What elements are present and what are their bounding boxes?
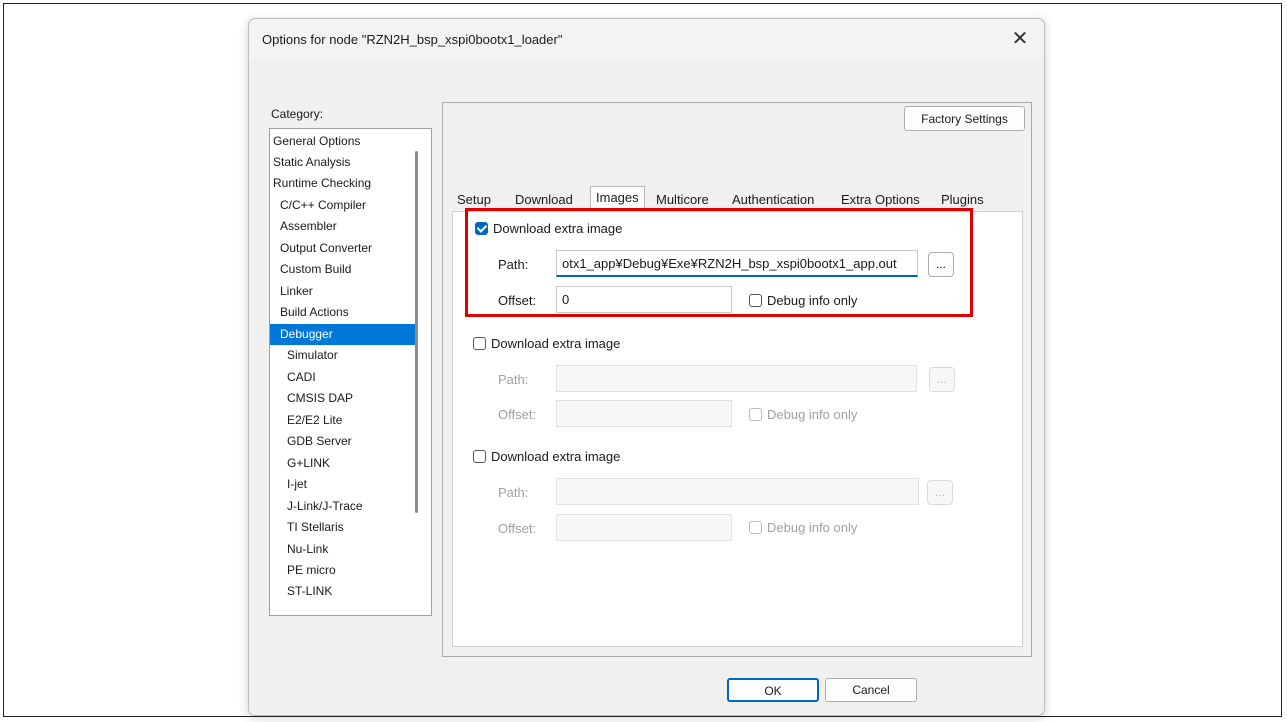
- category-item-nu-link[interactable]: Nu-Link: [270, 539, 425, 560]
- category-item-build-actions[interactable]: Build Actions: [270, 302, 418, 323]
- category-item-g-link[interactable]: G+LINK: [270, 453, 425, 474]
- path-3-browse-button[interactable]: ...: [927, 480, 953, 505]
- path-1-browse-button[interactable]: ...: [928, 252, 954, 277]
- path-2-input[interactable]: [556, 365, 917, 392]
- category-item-e2-e2-lite[interactable]: E2/E2 Lite: [270, 410, 425, 431]
- options-dialog: Options for node "RZN2H_bsp_xspi0bootx1_…: [248, 18, 1045, 716]
- category-item-cadi[interactable]: CADI: [270, 367, 425, 388]
- download-extra-image-1-label: Download extra image: [493, 221, 623, 236]
- path-3-input[interactable]: [556, 478, 919, 505]
- category-item-runtime-checking[interactable]: Runtime Checking: [270, 173, 411, 194]
- category-item-gdb-server[interactable]: GDB Server: [270, 431, 425, 452]
- download-extra-image-2-checkbox[interactable]: Download extra image: [473, 335, 620, 353]
- category-item-static-analysis[interactable]: Static Analysis: [270, 152, 411, 173]
- path-1-label: Path:: [498, 257, 529, 272]
- path-1-input[interactable]: otx1_app¥Debug¥Exe¥RZN2H_bsp_xspi0bootx1…: [556, 250, 918, 277]
- close-icon[interactable]: ✕: [1006, 25, 1034, 53]
- category-item-i-jet[interactable]: I-jet: [270, 474, 425, 495]
- offset-3-input[interactable]: [556, 514, 732, 541]
- checkbox-unchecked-icon: [473, 337, 486, 350]
- checkbox-checked-icon: [475, 222, 488, 235]
- path-2-browse-button[interactable]: ...: [929, 367, 955, 392]
- category-item-output-converter[interactable]: Output Converter: [270, 238, 418, 259]
- dialog-title: Options for node "RZN2H_bsp_xspi0bootx1_…: [262, 32, 563, 47]
- category-item-custom-build[interactable]: Custom Build: [270, 259, 418, 280]
- checkbox-unchecked-icon: [749, 294, 762, 307]
- debug-info-only-3-checkbox[interactable]: Debug info only: [749, 519, 857, 537]
- checkbox-unchecked-icon: [749, 521, 762, 534]
- path-2-label: Path:: [498, 372, 529, 387]
- ok-button[interactable]: OK: [727, 678, 819, 702]
- checkbox-unchecked-icon: [749, 408, 762, 421]
- category-item-ti-stellaris[interactable]: TI Stellaris: [270, 517, 425, 538]
- debug-info-only-2-label: Debug info only: [767, 407, 858, 422]
- offset-2-input[interactable]: [556, 400, 732, 427]
- download-extra-image-3-checkbox[interactable]: Download extra image: [473, 448, 620, 466]
- debug-info-only-1-label: Debug info only: [767, 293, 858, 308]
- offset-3-label: Offset:: [498, 521, 537, 536]
- debug-info-only-3-label: Debug info only: [767, 520, 858, 535]
- path-3-label: Path:: [498, 485, 529, 500]
- download-extra-image-3-label: Download extra image: [491, 449, 621, 464]
- checkbox-unchecked-icon: [473, 450, 486, 463]
- title-bar: Options for node "RZN2H_bsp_xspi0bootx1_…: [249, 19, 1044, 59]
- category-item-general-options[interactable]: General Options: [270, 131, 411, 152]
- category-item-cmsis-dap[interactable]: CMSIS DAP: [270, 388, 425, 409]
- debug-info-only-1-checkbox[interactable]: Debug info only: [749, 292, 857, 310]
- category-item-linker[interactable]: Linker: [270, 281, 418, 302]
- category-item-c-cpp-compiler[interactable]: C/C++ Compiler: [270, 195, 418, 216]
- category-scrollbar[interactable]: [415, 151, 418, 513]
- images-tab-content: Download extra image Path: otx1_app¥Debu…: [452, 208, 1023, 647]
- category-item-pe-micro[interactable]: PE micro: [270, 560, 425, 581]
- offset-1-label: Offset:: [498, 293, 537, 308]
- category-list[interactable]: General Options Static Analysis Runtime …: [269, 128, 432, 616]
- category-item-assembler[interactable]: Assembler: [270, 216, 418, 237]
- offset-2-label: Offset:: [498, 407, 537, 422]
- download-extra-image-2-label: Download extra image: [491, 336, 621, 351]
- category-item-simulator[interactable]: Simulator: [270, 345, 425, 366]
- download-extra-image-1-checkbox[interactable]: Download extra image: [475, 220, 622, 238]
- category-label: Category:: [271, 107, 324, 121]
- debug-info-only-2-checkbox[interactable]: Debug info only: [749, 406, 857, 424]
- factory-settings-button[interactable]: Factory Settings: [904, 106, 1025, 131]
- category-item-debugger[interactable]: Debugger: [270, 324, 418, 345]
- category-item-j-link-j-trace[interactable]: J-Link/J-Trace: [270, 496, 425, 517]
- options-panel: Factory Settings Setup Download Images M…: [442, 102, 1032, 657]
- cancel-button[interactable]: Cancel: [825, 678, 917, 702]
- category-item-st-link[interactable]: ST-LINK: [270, 581, 425, 602]
- offset-1-input[interactable]: 0: [556, 286, 732, 313]
